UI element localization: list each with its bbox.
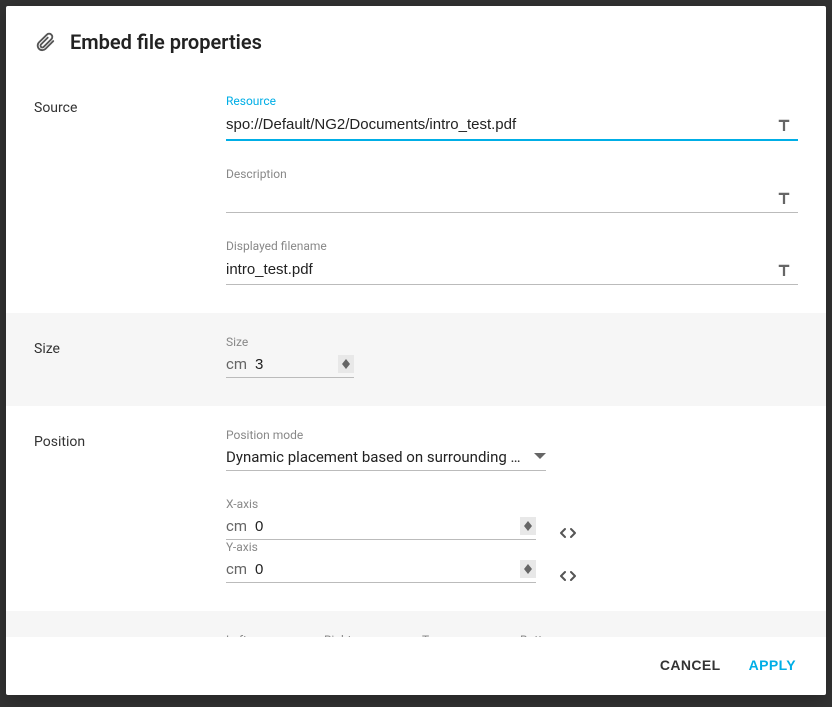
xaxis-unit: cm	[226, 517, 247, 535]
attachment-icon	[34, 31, 56, 53]
yaxis-input[interactable]	[255, 561, 512, 578]
position-mode-label: Position mode	[226, 428, 798, 442]
apply-button[interactable]: Apply	[749, 657, 796, 673]
xaxis-expand-icon[interactable]	[558, 526, 578, 540]
xaxis-label: X-axis	[226, 497, 798, 511]
size-stepper[interactable]	[338, 355, 354, 373]
text-formula-icon[interactable]	[770, 116, 798, 134]
position-section: Position Position mode Dynamic placement…	[6, 406, 826, 611]
size-section: Size Size cm	[6, 313, 826, 406]
description-input[interactable]	[226, 187, 770, 208]
embed-file-properties-dialog: Embed file properties Source Resource De…	[6, 6, 826, 695]
margins-section: Margins Left cm	[6, 611, 826, 637]
displayed-filename-input[interactable]	[226, 259, 770, 280]
size-section-label: Size	[34, 335, 226, 378]
dialog-footer: Cancel Apply	[6, 637, 826, 695]
xaxis-stepper[interactable]	[520, 517, 536, 535]
dialog-title: Embed file properties	[70, 30, 262, 54]
displayed-filename-label: Displayed filename	[226, 239, 798, 253]
text-formula-icon[interactable]	[770, 189, 798, 207]
xaxis-input[interactable]	[255, 518, 512, 535]
yaxis-expand-icon[interactable]	[558, 569, 578, 583]
size-unit: cm	[226, 355, 247, 373]
position-mode-value: Dynamic placement based on surrounding c…	[226, 448, 528, 466]
yaxis-label: Y-axis	[226, 540, 798, 554]
position-mode-select[interactable]: Dynamic placement based on surrounding c…	[226, 448, 546, 471]
yaxis-stepper[interactable]	[520, 560, 536, 578]
cancel-button[interactable]: Cancel	[660, 657, 721, 673]
size-field-label: Size	[226, 335, 798, 349]
dialog-content: Source Resource Description	[6, 72, 826, 637]
dialog-header: Embed file properties	[6, 6, 826, 72]
yaxis-unit: cm	[226, 560, 247, 578]
source-section: Source Resource Description	[6, 72, 826, 313]
position-section-label: Position	[34, 428, 226, 583]
description-label: Description	[226, 167, 798, 181]
resource-label: Resource	[226, 94, 798, 108]
chevron-down-icon	[534, 453, 546, 461]
source-section-label: Source	[34, 94, 226, 285]
resource-input[interactable]	[226, 114, 770, 135]
text-formula-icon[interactable]	[770, 261, 798, 279]
size-input[interactable]	[255, 356, 330, 373]
